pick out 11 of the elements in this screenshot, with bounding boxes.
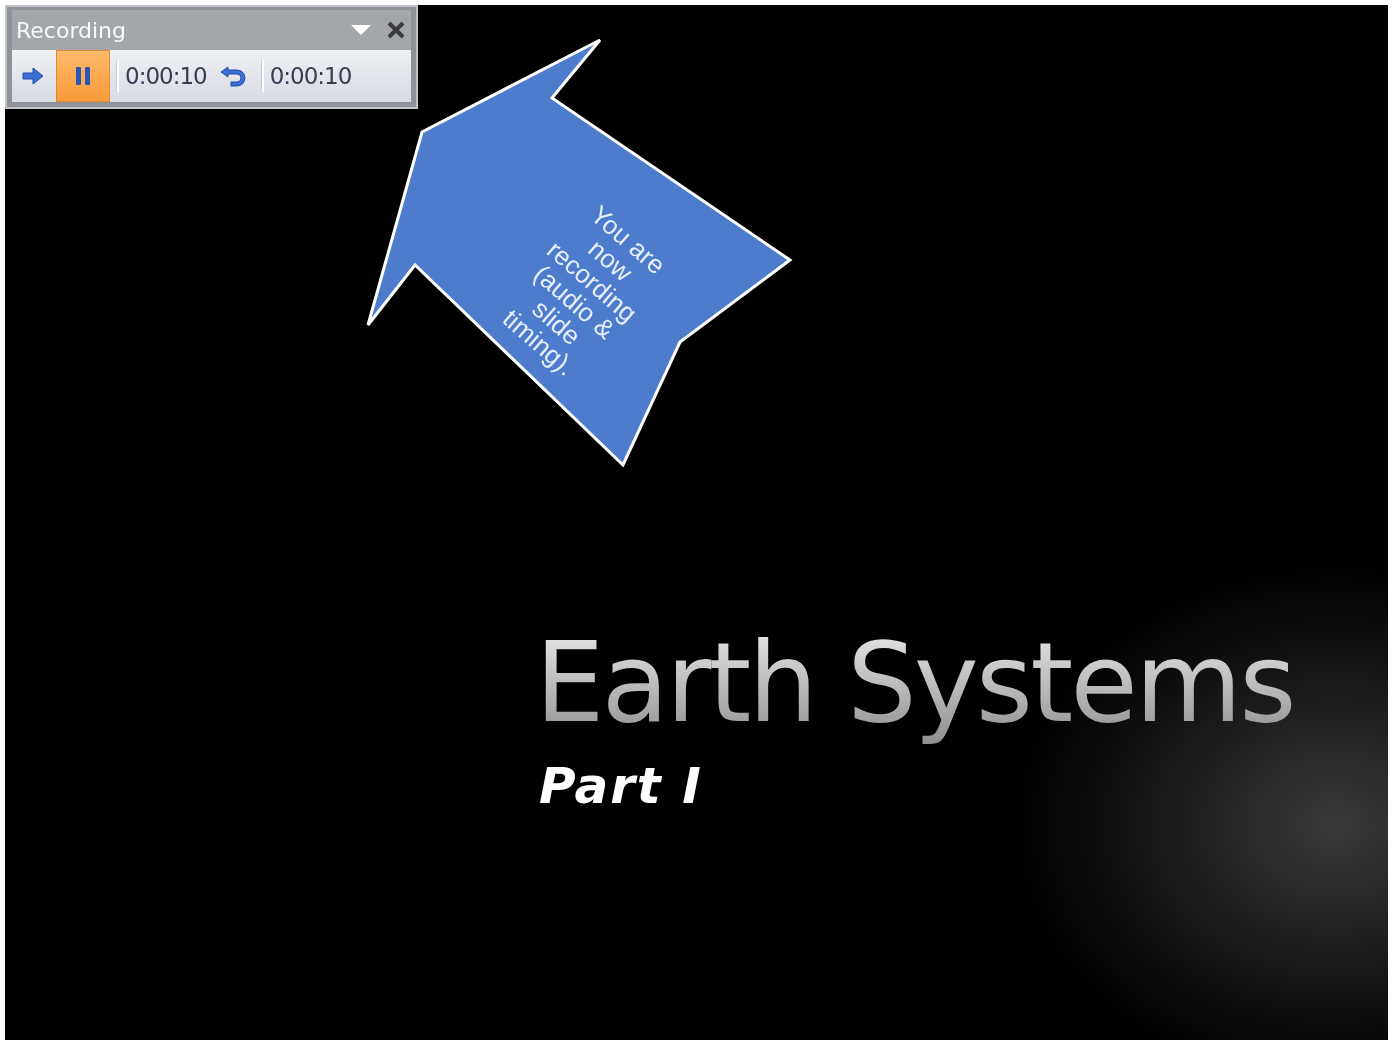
close-button[interactable] bbox=[385, 19, 407, 41]
pause-button[interactable] bbox=[56, 50, 110, 102]
slide-subtitle: Part I bbox=[538, 757, 704, 815]
undo-arrow-icon bbox=[218, 64, 249, 88]
caret-icon bbox=[351, 24, 371, 36]
pause-icon bbox=[75, 66, 91, 86]
toolbar-title: Recording bbox=[16, 17, 128, 43]
close-icon bbox=[387, 21, 405, 39]
total-time: 0:00:10 bbox=[269, 63, 352, 89]
right-arrow-icon bbox=[22, 67, 44, 85]
slide-time: 0:00:10 bbox=[125, 63, 207, 89]
